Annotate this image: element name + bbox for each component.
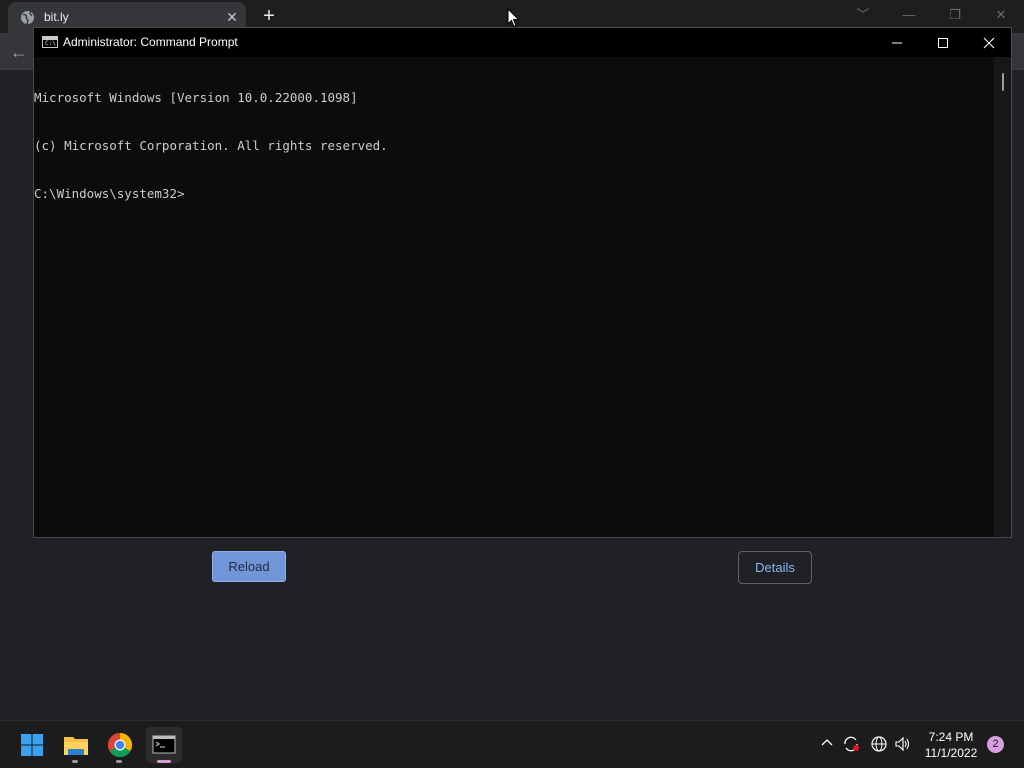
mouse-cursor-icon [507,8,520,28]
network-globe-icon[interactable] [869,735,889,755]
volume-icon[interactable] [893,735,913,755]
chrome-button[interactable] [102,727,138,763]
running-indicator [157,760,171,763]
tab-title: bit.ly [44,10,69,24]
taskbar: 7:24 PM 11/1/2022 2 [0,720,1024,768]
command-prompt-button[interactable] [146,727,182,763]
browser-close-icon[interactable]: ✕ [987,4,1015,26]
globe-icon [20,10,35,25]
console-output[interactable]: Microsoft Windows [Version 10.0.22000.10… [34,57,994,537]
cmd-titlebar[interactable]: C:\ Administrator: Command Prompt [34,28,1011,57]
command-prompt-icon [152,735,176,754]
notification-badge[interactable]: 2 [987,736,1004,753]
browser-restore-icon[interactable]: ❐ [941,4,969,26]
clock-time[interactable]: 7:24 PM [918,730,984,744]
close-icon[interactable] [966,28,1012,57]
console-line: Microsoft Windows [Version 10.0.22000.10… [34,90,358,105]
start-button[interactable] [14,727,50,763]
browser-minimize-icon[interactable]: — [895,4,923,26]
new-tab-button[interactable]: + [258,6,280,28]
scrollbar-thumb[interactable] [1002,73,1004,91]
running-indicator [72,760,78,763]
sync-icon[interactable] [841,735,861,755]
running-indicator [116,760,122,763]
close-tab-icon[interactable]: ✕ [224,9,240,25]
chrome-icon [107,733,133,758]
command-prompt-icon: C:\ [42,36,58,48]
vertical-scrollbar[interactable] [994,57,1011,537]
tab-search-icon[interactable]: ﹀ [849,4,877,26]
clock-date[interactable]: 11/1/2022 [918,746,984,760]
show-hidden-icons-chevron-icon[interactable] [818,735,836,755]
cmd-window-title: Administrator: Command Prompt [63,35,238,49]
start-icon [21,734,43,756]
back-arrow-icon[interactable]: ← [10,41,32,63]
minimize-icon[interactable] [874,28,920,57]
details-button[interactable]: Details [738,551,812,584]
console-prompt: C:\Windows\system32> [34,186,185,201]
file-explorer-icon [64,737,88,755]
file-explorer-button[interactable] [58,727,94,763]
maximize-icon[interactable] [920,28,966,57]
console-line: (c) Microsoft Corporation. All rights re… [34,138,388,153]
reload-button[interactable]: Reload [212,551,286,582]
command-prompt-window[interactable]: C:\ Administrator: Command Prompt Micros… [33,27,1012,538]
